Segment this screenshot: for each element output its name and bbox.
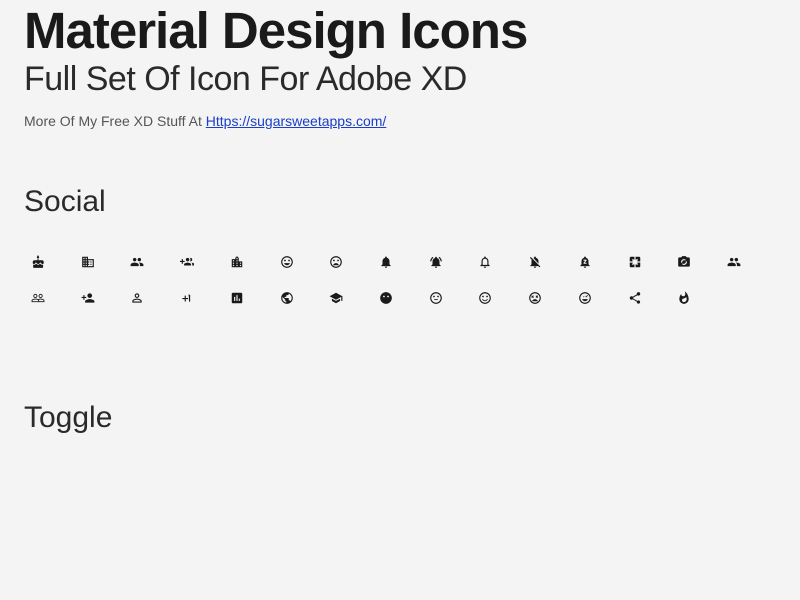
- location-city-icon: [229, 255, 245, 269]
- school-icon: [328, 291, 344, 305]
- pages-icon: [627, 255, 643, 269]
- page-subtitle: Full Set Of Icon For Adobe XD: [24, 60, 776, 99]
- plus-one-icon: [179, 291, 195, 305]
- person-add-icon: [80, 291, 96, 305]
- cake-icon: [30, 255, 46, 269]
- notifications-icon: [378, 255, 394, 269]
- notifications-none-icon: [478, 255, 494, 269]
- people-outline-icon: [30, 291, 46, 305]
- credit-line: More Of My Free XD Stuff At Https://suga…: [24, 113, 776, 129]
- sentiment-satisfied-icon: [478, 291, 494, 305]
- domain-icon: [80, 255, 96, 269]
- party-mode-icon: [677, 255, 693, 269]
- section-title-toggle: Toggle: [24, 401, 776, 435]
- notifications-off-icon: [527, 255, 543, 269]
- section-title-social: Social: [24, 185, 776, 219]
- person-outline-icon: [129, 291, 145, 305]
- group-icon: [129, 255, 145, 269]
- sentiment-very-dissatisfied-icon: [527, 291, 543, 305]
- sentiment-very-satisfied-icon: [577, 291, 593, 305]
- sentiment-neutral-icon: [428, 291, 444, 305]
- people-icon: [726, 255, 742, 269]
- notifications-paused-icon: [577, 255, 593, 269]
- share-icon: [627, 291, 643, 305]
- notifications-active-icon: [428, 255, 444, 269]
- sentiment-dissatisfied-icon: [378, 291, 394, 305]
- public-icon: [279, 291, 295, 305]
- poll-icon: [229, 291, 245, 305]
- mood-bad-icon: [328, 255, 344, 269]
- whatshot-icon: [677, 291, 693, 305]
- mood-icon: [279, 255, 295, 269]
- credit-prefix: More Of My Free XD Stuff At: [24, 113, 206, 129]
- icon-grid-social: [24, 255, 776, 305]
- group-add-icon: [179, 255, 195, 269]
- page-title: Material Design Icons: [24, 4, 776, 58]
- credit-link[interactable]: Https://sugarsweetapps.com/: [206, 113, 387, 129]
